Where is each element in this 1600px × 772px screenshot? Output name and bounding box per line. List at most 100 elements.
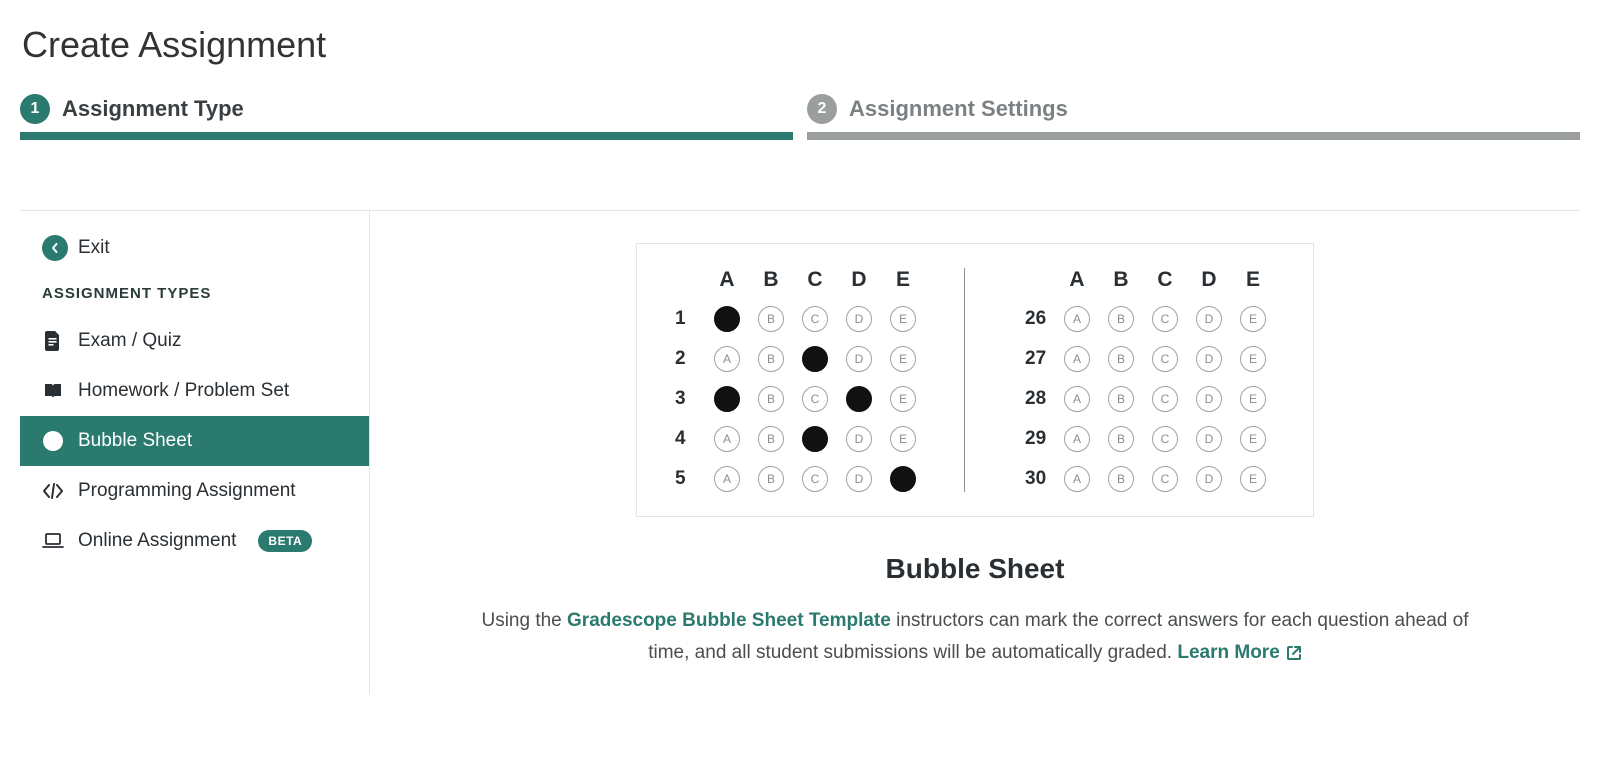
- bubble-empty: E: [1240, 466, 1266, 492]
- bubble-empty: D: [1196, 386, 1222, 412]
- row-number: 27: [1025, 348, 1055, 370]
- row-number: 28: [1025, 388, 1055, 410]
- sheet-row: 5ABCDE: [675, 466, 925, 492]
- row-number: 5: [675, 468, 705, 490]
- bubble-empty: B: [1108, 466, 1134, 492]
- sheet-row: 30ABCDE: [1025, 466, 1275, 492]
- bubble-empty: C: [802, 386, 828, 412]
- step-progress-bar: [807, 132, 1580, 140]
- bubble-empty: D: [1196, 306, 1222, 332]
- page-title: Create Assignment: [22, 24, 1580, 66]
- column-letter: D: [837, 268, 881, 292]
- sidebar-item-homework[interactable]: Homework / Problem Set: [20, 366, 369, 416]
- sheet-row: 4ABCDE: [675, 426, 925, 452]
- column-letter: D: [1187, 268, 1231, 292]
- sidebar-item-label: Online Assignment: [78, 530, 236, 552]
- sidebar-item-label: Exam / Quiz: [78, 330, 181, 352]
- sidebar-item-label: Programming Assignment: [78, 480, 296, 502]
- bubble-filled: A: [714, 306, 740, 332]
- stepper: 1 Assignment Type 2 Assignment Settings: [20, 94, 1580, 140]
- beta-badge: BETA: [258, 530, 312, 552]
- sheet-row: 2ABCDE: [675, 346, 925, 372]
- bubble-empty: D: [846, 306, 872, 332]
- column-letter: B: [749, 268, 793, 292]
- bubble-empty: B: [758, 426, 784, 452]
- bubble-empty: D: [1196, 346, 1222, 372]
- bubble-empty: E: [1240, 386, 1266, 412]
- row-number: 2: [675, 348, 705, 370]
- column-letter: E: [1231, 268, 1275, 292]
- exit-label: Exit: [78, 237, 110, 259]
- step-progress-bar: [20, 132, 793, 140]
- bubble-empty: D: [1196, 466, 1222, 492]
- bubble-filled: C: [802, 346, 828, 372]
- bubble-empty: D: [1196, 426, 1222, 452]
- sheet-row: 28ABCDE: [1025, 386, 1275, 412]
- column-letter: B: [1099, 268, 1143, 292]
- bubble-empty: E: [1240, 346, 1266, 372]
- bubble-filled: C: [802, 426, 828, 452]
- bubble-filled: D: [846, 386, 872, 412]
- sidebar: Exit ASSIGNMENT TYPES Exam / Quiz Homewo…: [20, 211, 370, 694]
- learn-more-link[interactable]: Learn More: [1177, 637, 1301, 669]
- bubble-filled: E: [890, 466, 916, 492]
- step-assignment-type[interactable]: 1 Assignment Type: [20, 94, 793, 140]
- bubble-empty: D: [846, 466, 872, 492]
- bubble-empty: C: [802, 466, 828, 492]
- sheet-row: 29ABCDE: [1025, 426, 1275, 452]
- sheet-row: 1ABCDE: [675, 306, 925, 332]
- sidebar-item-online-assignment[interactable]: Online Assignment BETA: [20, 516, 369, 566]
- code-icon: [42, 483, 64, 499]
- bubble-empty: B: [1108, 346, 1134, 372]
- step-label: Assignment Settings: [849, 96, 1068, 122]
- bubble-empty: A: [1064, 466, 1090, 492]
- sheet-header: ABCDE: [1025, 268, 1275, 292]
- bubble-empty: E: [1240, 426, 1266, 452]
- bubble-empty: A: [714, 426, 740, 452]
- row-number: 29: [1025, 428, 1055, 450]
- bubble-empty: B: [1108, 426, 1134, 452]
- bubble-empty: C: [1152, 306, 1178, 332]
- bubble-empty: D: [846, 426, 872, 452]
- detail-title: Bubble Sheet: [886, 553, 1065, 585]
- bubble-empty: A: [714, 466, 740, 492]
- step-assignment-settings[interactable]: 2 Assignment Settings: [807, 94, 1580, 140]
- row-number: 26: [1025, 308, 1055, 330]
- sheet-row: 27 ABCDE: [1025, 346, 1275, 372]
- chevron-left-icon: [42, 235, 68, 261]
- bubble-empty: A: [1064, 346, 1090, 372]
- bubble-empty: C: [1152, 426, 1178, 452]
- step-number-badge: 2: [807, 94, 837, 124]
- bubble-empty: C: [1152, 466, 1178, 492]
- column-letter: C: [793, 268, 837, 292]
- bubble-empty: B: [758, 386, 784, 412]
- column-letter: C: [1143, 268, 1187, 292]
- exit-button[interactable]: Exit: [42, 235, 369, 261]
- bubble-empty: A: [1064, 306, 1090, 332]
- external-link-icon: [1286, 645, 1302, 661]
- main-panel: ABCDE1ABCDE2ABCDE3ABCDE4ABCDE5ABCDE ABCD…: [370, 211, 1580, 694]
- bubble-empty: C: [802, 306, 828, 332]
- step-label: Assignment Type: [62, 96, 244, 122]
- bubble-empty: B: [758, 346, 784, 372]
- template-link[interactable]: Gradescope Bubble Sheet Template: [567, 610, 891, 631]
- sidebar-item-bubble-sheet[interactable]: A Bubble Sheet: [20, 416, 369, 466]
- bubble-empty: C: [1152, 346, 1178, 372]
- column-letter: A: [1055, 268, 1099, 292]
- bubble-empty: E: [890, 386, 916, 412]
- row-number: 3: [675, 388, 705, 410]
- book-icon: [42, 382, 64, 400]
- bubble-empty: A: [714, 346, 740, 372]
- sidebar-item-exam-quiz[interactable]: Exam / Quiz: [20, 316, 369, 366]
- document-icon: [42, 331, 64, 351]
- bubble-empty: E: [890, 426, 916, 452]
- column-letter: E: [881, 268, 925, 292]
- row-number: 4: [675, 428, 705, 450]
- bubble-empty: B: [1108, 386, 1134, 412]
- bubble-filled: A: [714, 386, 740, 412]
- sidebar-item-programming[interactable]: Programming Assignment: [20, 466, 369, 516]
- sheet-row: 3ABCDE: [675, 386, 925, 412]
- bubble-a-icon: A: [42, 431, 64, 451]
- bubble-empty: B: [758, 466, 784, 492]
- bubble-empty: E: [1240, 306, 1266, 332]
